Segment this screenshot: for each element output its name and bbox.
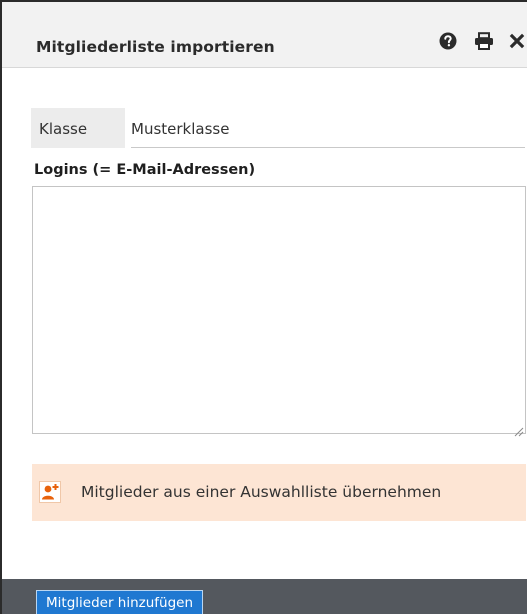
- help-icon[interactable]: [438, 31, 458, 51]
- resize-grip-icon[interactable]: [513, 422, 524, 437]
- dialog-title: Mitgliederliste importieren: [36, 38, 275, 56]
- add-members-button[interactable]: Mitglieder hinzufügen: [36, 590, 204, 614]
- add-user-icon: [39, 481, 61, 503]
- klasse-value: Musterklasse: [131, 108, 525, 148]
- close-icon[interactable]: [507, 31, 527, 51]
- printer-icon[interactable]: [474, 31, 494, 51]
- logins-textarea[interactable]: [32, 186, 526, 434]
- dialog-header: Mitgliederliste importieren: [2, 2, 527, 68]
- import-members-dialog: Mitgliederliste importieren Klasse Muste…: [0, 0, 527, 614]
- picklist-import-button[interactable]: Mitglieder aus einer Auswahlliste überne…: [32, 464, 526, 521]
- klasse-row: Klasse Musterklasse: [31, 108, 525, 148]
- picklist-label: Mitglieder aus einer Auswahlliste überne…: [81, 483, 442, 501]
- logins-label: Logins (= E-Mail-Adressen): [34, 162, 256, 178]
- klasse-label: Klasse: [31, 108, 125, 148]
